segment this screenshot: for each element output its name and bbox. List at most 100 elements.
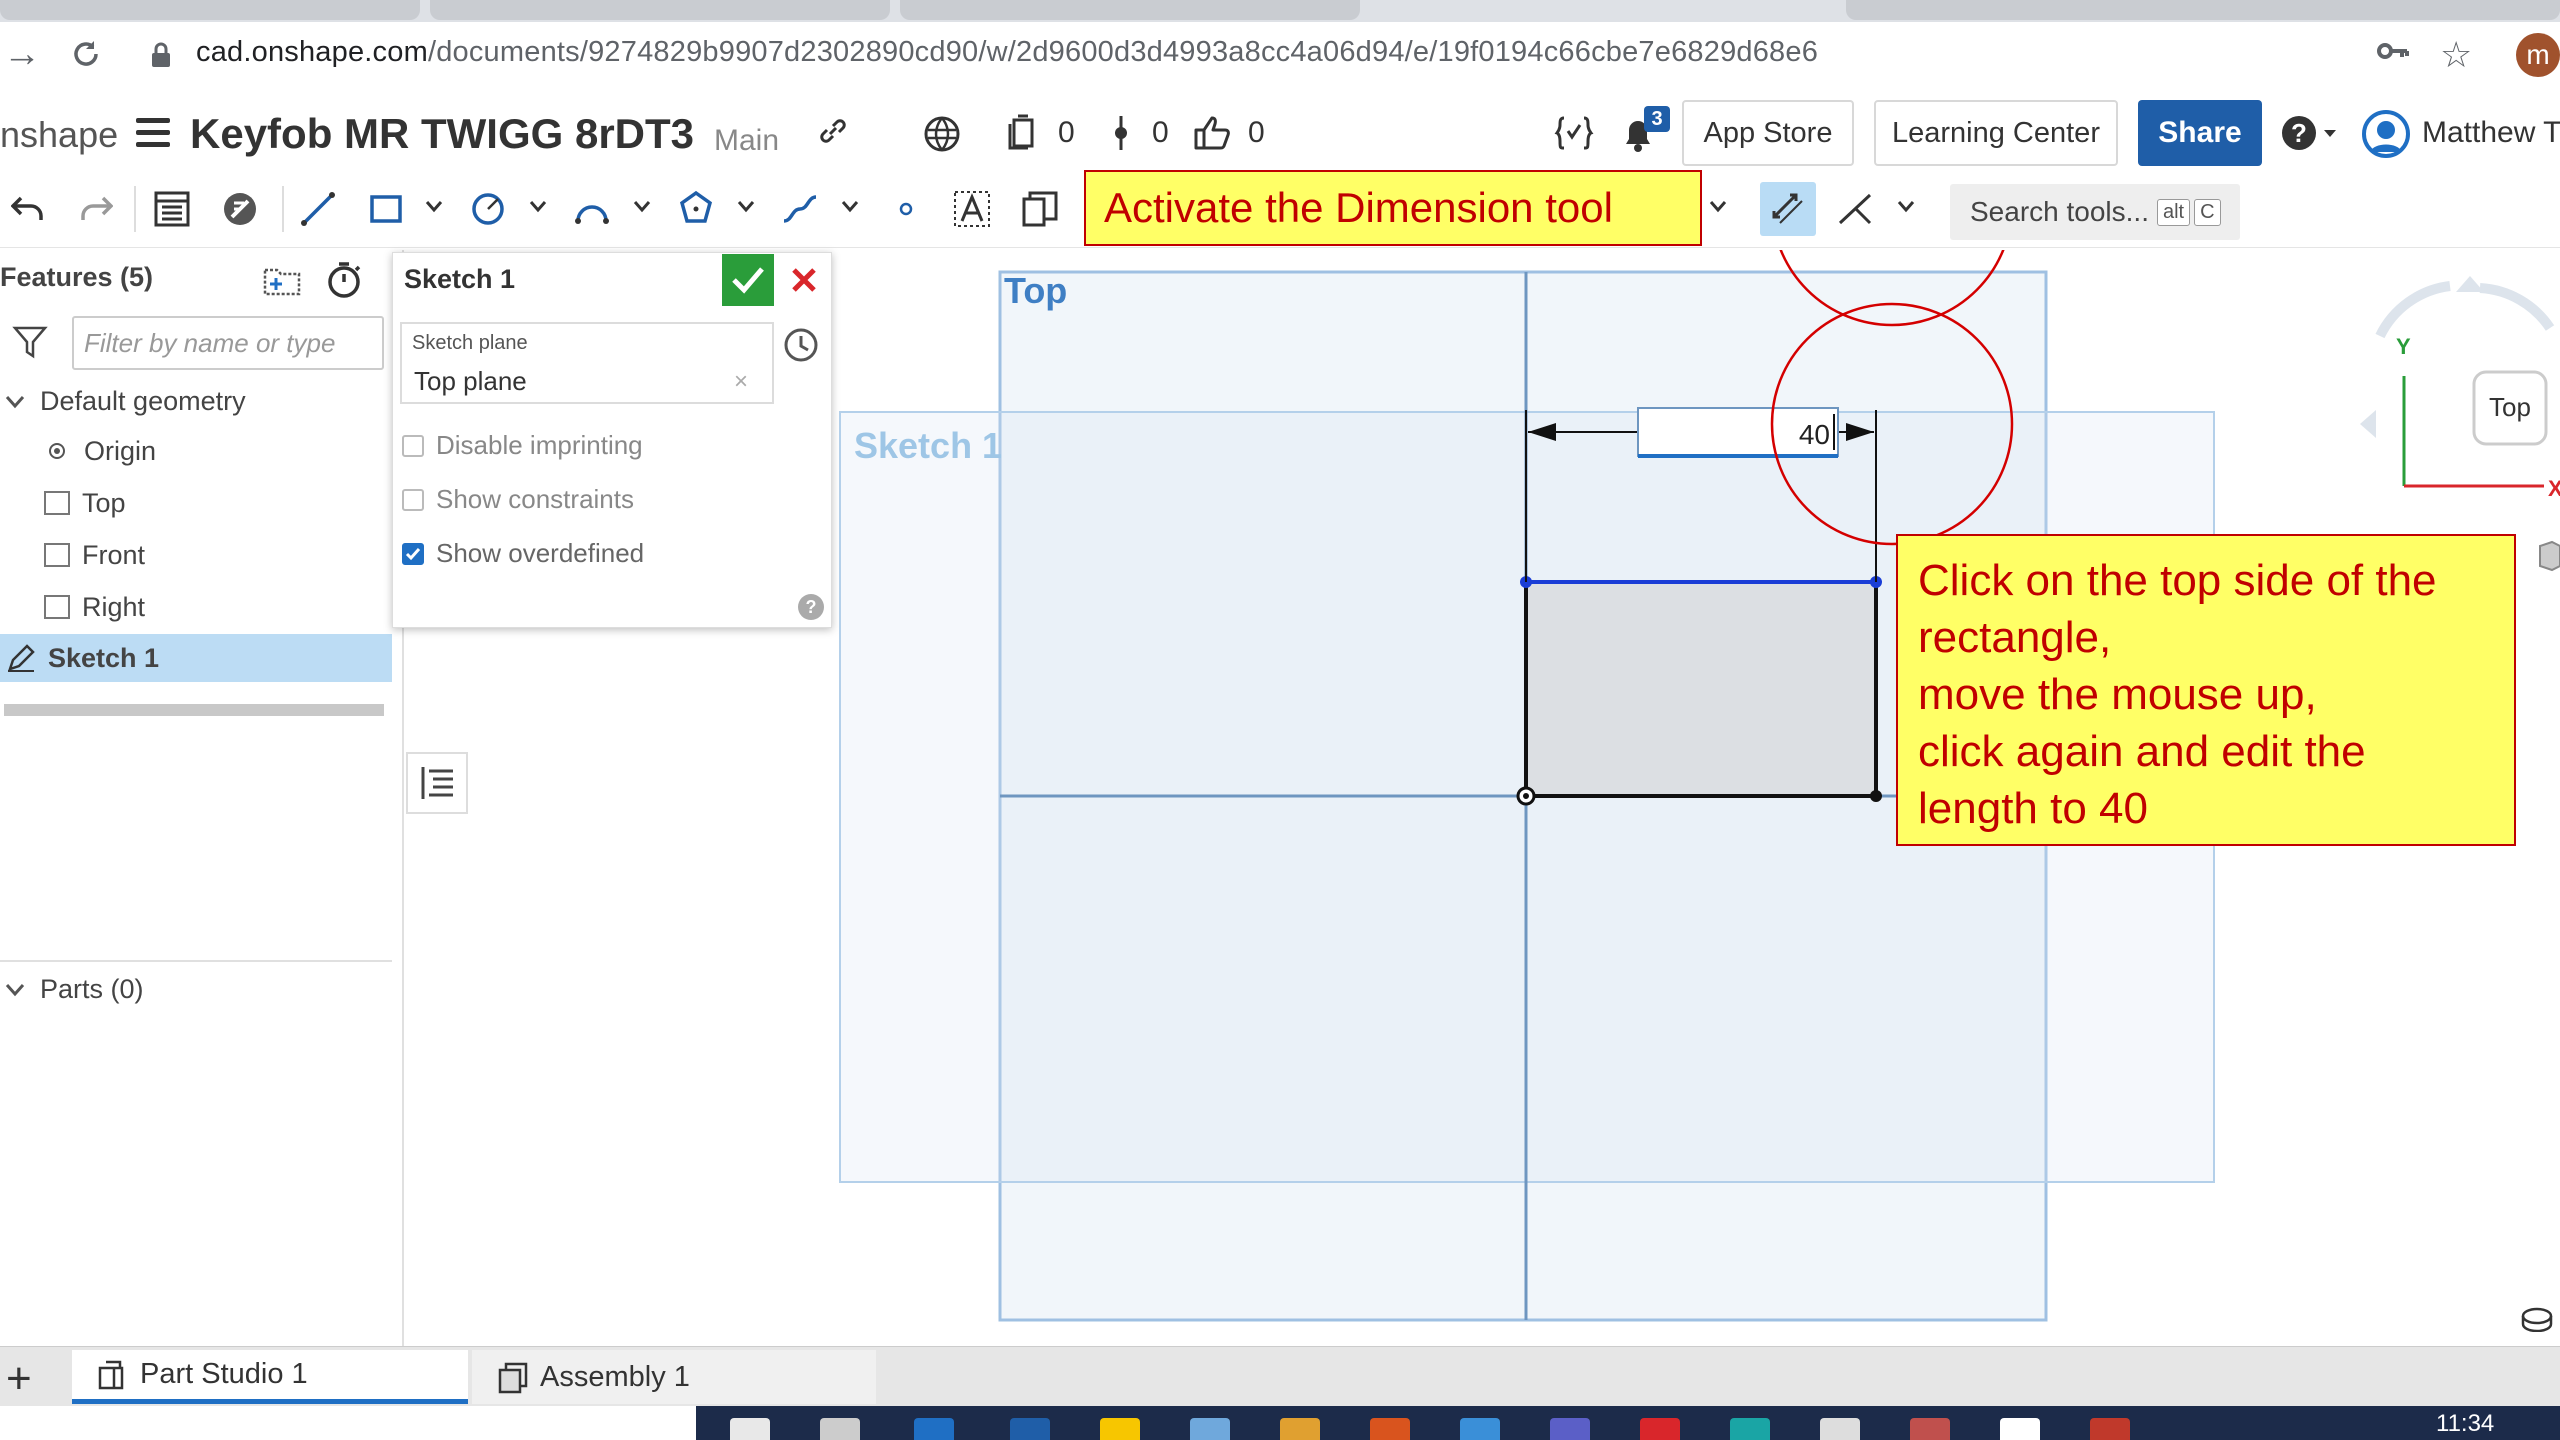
tree-item-sketch-1[interactable]: Sketch 1 bbox=[0, 634, 392, 682]
variables-icon[interactable] bbox=[1554, 114, 1594, 161]
help-icon[interactable]: ? bbox=[2280, 114, 2340, 161]
callout-line: click again and edit the bbox=[1918, 727, 2366, 776]
spline-tool-icon[interactable] bbox=[778, 186, 822, 232]
share-button[interactable]: Share bbox=[2138, 100, 2262, 166]
plane-icon bbox=[44, 491, 70, 515]
bookmark-star-icon[interactable]: ☆ bbox=[2440, 34, 2472, 76]
chevron-down-icon[interactable] bbox=[1896, 196, 1916, 216]
feature-filter-input[interactable]: Filter by name or type bbox=[72, 316, 384, 370]
view-cube[interactable]: Top Y X bbox=[2360, 276, 2560, 506]
tree-item-origin[interactable]: Origin bbox=[48, 430, 156, 472]
chevron-down-icon[interactable] bbox=[632, 196, 652, 216]
tree-item-top[interactable]: Top bbox=[44, 482, 126, 524]
taskbar-app-icon[interactable] bbox=[914, 1418, 954, 1440]
taskbar-app-icon[interactable] bbox=[1910, 1418, 1950, 1440]
taskbar-app-icon[interactable] bbox=[2000, 1418, 2040, 1440]
dimension-value[interactable]: 40 bbox=[1799, 419, 1830, 450]
view-cube-rotate-arc[interactable] bbox=[2375, 281, 2451, 339]
profile-avatar[interactable]: m bbox=[2516, 33, 2560, 77]
url-field[interactable]: cad.onshape.com/documents/9274829b9907d2… bbox=[196, 36, 1818, 69]
app-store-button[interactable]: App Store bbox=[1682, 100, 1854, 166]
taskbar-app-icon[interactable] bbox=[1100, 1418, 1140, 1440]
onshape-logo[interactable]: nshape bbox=[0, 114, 118, 156]
polygon-tool-icon[interactable] bbox=[674, 186, 718, 232]
user-avatar-icon[interactable] bbox=[2362, 110, 2410, 158]
use-tool-icon[interactable] bbox=[1018, 186, 1062, 232]
taskbar-app-icon[interactable] bbox=[1640, 1418, 1680, 1440]
taskbar-clock[interactable]: 11:34 bbox=[2436, 1410, 2494, 1438]
feature-list-icon[interactable] bbox=[150, 186, 194, 232]
search-tools-input[interactable]: Search tools... alt C bbox=[1950, 184, 2240, 240]
view-cube-arrow-left[interactable] bbox=[2360, 410, 2376, 438]
line-tool-icon[interactable] bbox=[296, 186, 340, 232]
tree-item-default-geometry[interactable]: Default geometry bbox=[4, 380, 246, 422]
chevron-down-icon[interactable] bbox=[1708, 196, 1728, 216]
x-axis-label: X bbox=[2548, 476, 2560, 501]
taskbar-app-icon[interactable] bbox=[1370, 1418, 1410, 1440]
constraint-tool-icon[interactable] bbox=[1834, 186, 1878, 232]
chevron-down-icon[interactable] bbox=[840, 196, 860, 216]
rollback-timer-icon[interactable] bbox=[324, 260, 364, 305]
taskbar-app-icon[interactable] bbox=[1730, 1418, 1770, 1440]
learning-center-button[interactable]: Learning Center bbox=[1874, 100, 2118, 166]
rectangle-vertex[interactable] bbox=[1870, 790, 1882, 802]
measure-icon[interactable] bbox=[2520, 1306, 2554, 1337]
browser-tab[interactable] bbox=[430, 0, 890, 20]
rectangle-tool-icon[interactable] bbox=[364, 186, 408, 232]
text-tool-icon[interactable] bbox=[950, 186, 994, 232]
taskbar-search-area[interactable] bbox=[0, 1406, 696, 1440]
taskbar-app-icon[interactable] bbox=[1280, 1418, 1320, 1440]
user-name[interactable]: Matthew Tv bbox=[2422, 116, 2560, 150]
tab-part-studio-1[interactable]: Part Studio 1 bbox=[72, 1350, 468, 1404]
branch-label[interactable]: Main bbox=[714, 124, 779, 158]
key-icon[interactable] bbox=[2376, 34, 2410, 77]
view-cube-rotate-arc[interactable] bbox=[2479, 283, 2555, 331]
menu-icon[interactable] bbox=[136, 118, 170, 148]
arc-tool-icon[interactable] bbox=[570, 186, 614, 232]
like-icon[interactable] bbox=[1192, 114, 1232, 161]
undo-icon[interactable] bbox=[6, 186, 50, 232]
dimension-tool-icon[interactable] bbox=[1760, 182, 1816, 236]
taskbar-app-icon[interactable] bbox=[1010, 1418, 1050, 1440]
taskbar-app-icon[interactable] bbox=[1820, 1418, 1860, 1440]
redo-icon[interactable] bbox=[74, 186, 118, 232]
circle-tool-icon[interactable] bbox=[466, 186, 510, 232]
add-element-button[interactable]: + bbox=[6, 1354, 32, 1404]
feature-list-scrollbar[interactable] bbox=[4, 704, 384, 716]
chevron-down-icon[interactable] bbox=[736, 196, 756, 216]
browser-tab[interactable] bbox=[900, 0, 1360, 20]
taskbar-app-icon[interactable] bbox=[1460, 1418, 1500, 1440]
view-cube-arrow-up[interactable] bbox=[2456, 276, 2484, 292]
taskbar-app-icon[interactable] bbox=[730, 1418, 770, 1440]
taskbar-app-icon[interactable] bbox=[1550, 1418, 1590, 1440]
versions-icon[interactable] bbox=[1006, 114, 1040, 159]
document-title[interactable]: Keyfob MR TWIGG 8rDT3 bbox=[190, 110, 694, 158]
globe-icon[interactable] bbox=[922, 114, 962, 163]
tree-item-parts[interactable]: Parts (0) bbox=[4, 968, 144, 1010]
forward-icon[interactable]: → bbox=[2, 33, 42, 75]
chevron-down-icon[interactable] bbox=[4, 978, 26, 1000]
point-tool-icon[interactable] bbox=[884, 186, 928, 232]
svg-text:?: ? bbox=[2291, 118, 2307, 148]
tab-assembly-1[interactable]: Assembly 1 bbox=[472, 1350, 876, 1404]
tree-item-front[interactable]: Front bbox=[44, 534, 145, 576]
plane-icon bbox=[44, 543, 70, 567]
taskbar-app-icon[interactable] bbox=[2090, 1418, 2130, 1440]
browser-tab[interactable] bbox=[0, 0, 420, 20]
cube-icon[interactable] bbox=[2536, 538, 2560, 577]
chevron-down-icon[interactable] bbox=[424, 196, 444, 216]
chevron-down-icon[interactable] bbox=[4, 390, 26, 412]
pencil-icon bbox=[8, 644, 35, 672]
link-icon[interactable] bbox=[816, 114, 850, 157]
sketch-tool-icon[interactable] bbox=[218, 186, 262, 232]
branches-icon[interactable] bbox=[1110, 114, 1132, 161]
tree-item-right[interactable]: Right bbox=[44, 586, 145, 628]
taskbar-app-icon[interactable] bbox=[820, 1418, 860, 1440]
filter-icon[interactable] bbox=[12, 324, 48, 365]
versions-count: 0 bbox=[1058, 116, 1075, 149]
taskbar-app-icon[interactable] bbox=[1190, 1418, 1230, 1440]
chevron-down-icon[interactable] bbox=[528, 196, 548, 216]
reload-icon[interactable] bbox=[66, 34, 106, 74]
add-folder-icon[interactable] bbox=[262, 262, 302, 303]
browser-tab[interactable] bbox=[1846, 0, 2560, 20]
